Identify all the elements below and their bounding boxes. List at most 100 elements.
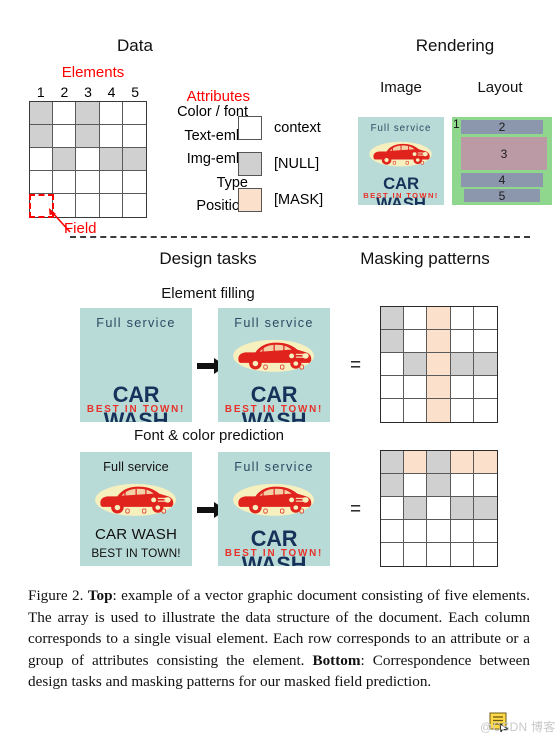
legend-label: context <box>274 120 321 136</box>
task-1-equals-sign: = <box>350 355 362 376</box>
grid-cell <box>473 307 497 330</box>
grid-cell <box>381 474 405 497</box>
car-illustration-icon <box>233 484 315 517</box>
grid-cell <box>381 399 405 422</box>
grid-cell <box>427 474 451 497</box>
grid-cell <box>450 353 474 376</box>
grid-cell <box>404 353 428 376</box>
grid-cell <box>381 451 405 474</box>
grid-cell <box>450 376 474 399</box>
poster-top-text: Full service <box>96 315 176 330</box>
task-2-equals-sign: = <box>350 499 362 520</box>
grid-cell <box>381 376 405 399</box>
poster-sub-text: BEST IN TOWN! <box>224 548 324 560</box>
attribute-label-3: Img-emb. <box>186 151 248 168</box>
grid-cell <box>53 125 77 148</box>
layout-column-title: Layout <box>477 79 523 96</box>
task-1-input-poster: Full service CAR WASH BEST IN TOWN! <box>80 308 192 422</box>
grid-cell <box>427 353 451 376</box>
task-2-output-poster: Full service CAR WASH BEST IN TOWN! <box>218 452 330 566</box>
task-2-mask-grid <box>380 450 498 567</box>
layout-diagram: 1 2 3 4 5 <box>452 117 552 205</box>
column-number-5: 5 <box>131 84 140 100</box>
poster-top-text: Full service <box>103 459 169 474</box>
legend-swatch-context <box>238 116 262 140</box>
column-number-4: 4 <box>107 84 116 100</box>
grid-cell <box>76 171 100 194</box>
grid-cell <box>76 125 100 148</box>
grid-cell <box>404 307 428 330</box>
grid-cell <box>427 399 451 422</box>
grid-cell <box>427 451 451 474</box>
task-2-input-poster: Full service CAR WASH BEST IN TOWN! <box>80 452 192 566</box>
legend-row: [NULL] <box>238 146 348 182</box>
field-label: Field <box>64 220 97 237</box>
grid-cell <box>473 376 497 399</box>
grid-cell <box>450 330 474 353</box>
grid-cell <box>381 543 405 566</box>
grid-cell <box>450 307 474 330</box>
legend-label: [MASK] <box>274 192 324 208</box>
poster-top-text: Full service <box>234 459 314 474</box>
layout-element-5: 5 <box>464 189 540 203</box>
layout-element-1-number: 1 <box>453 117 460 131</box>
column-number-3: 3 <box>84 84 92 100</box>
grid-cell <box>99 148 123 171</box>
grid-cell <box>30 102 54 125</box>
task-1-title: Element filling <box>161 285 255 302</box>
grid-cell <box>404 520 428 543</box>
grid-cell <box>53 148 77 171</box>
attribute-label-1: Color / font <box>177 104 248 121</box>
grid-cell <box>450 399 474 422</box>
poster-sub-text: BEST IN TOWN! <box>224 404 324 416</box>
watermark-text: @CSDN 博客 <box>480 720 556 734</box>
task-2-title: Font & color prediction <box>133 427 285 444</box>
legend-swatch-null <box>238 152 262 176</box>
poster-sub-text: BEST IN TOWN! <box>86 404 186 416</box>
image-column-title: Image <box>380 79 422 96</box>
grid-cell <box>99 194 123 217</box>
car-illustration-icon <box>369 141 433 167</box>
poster-main-text: CAR WASH <box>241 525 307 566</box>
grid-cell <box>381 497 405 520</box>
attribute-row-labels: Color / font Text-emb. Img-emb. Type Positio… <box>140 101 250 218</box>
grid-cell <box>427 543 451 566</box>
poster-sub-text: BEST IN TOWN! <box>91 546 181 561</box>
legend-swatch-mask <box>238 188 262 212</box>
car-illustration-icon <box>95 484 177 517</box>
grid-cell <box>99 102 123 125</box>
grid-cell <box>53 102 77 125</box>
grid-cell <box>30 125 54 148</box>
grid-cell <box>381 330 405 353</box>
poster-top-text: Full service <box>370 123 432 135</box>
grid-cell <box>473 399 497 422</box>
grid-cell <box>427 330 451 353</box>
caption-prefix: Figure 2. <box>28 587 88 604</box>
task-1-output-poster: Full service CAR WASH BEST IN TOWN! <box>218 308 330 422</box>
legend-row: [MASK] <box>238 182 348 218</box>
grid-cell <box>99 125 123 148</box>
grid-cell <box>76 148 100 171</box>
layout-element-4: 4 <box>461 173 543 187</box>
elements-axis-label: Elements <box>61 64 125 81</box>
grid-cell <box>404 451 428 474</box>
poster-main-text: CAR WASH <box>103 381 169 422</box>
grid-cell <box>450 451 474 474</box>
grid-cell <box>450 520 474 543</box>
grid-cell <box>427 497 451 520</box>
grid-cell <box>427 520 451 543</box>
grid-cell <box>427 376 451 399</box>
grid-cell <box>473 543 497 566</box>
grid-cell <box>473 497 497 520</box>
legend-row: context <box>238 110 348 146</box>
grid-cell <box>473 330 497 353</box>
task-1-mask-grid <box>380 306 498 423</box>
car-illustration-icon <box>233 340 315 373</box>
grid-cell <box>473 353 497 376</box>
poster-car-graphic <box>222 335 325 373</box>
attribute-label-5: Position <box>196 198 248 215</box>
grid-cell <box>450 497 474 520</box>
poster-sub-text: BEST IN TOWN! <box>363 191 439 201</box>
grid-cell <box>381 520 405 543</box>
data-section-title: Data <box>117 36 153 55</box>
